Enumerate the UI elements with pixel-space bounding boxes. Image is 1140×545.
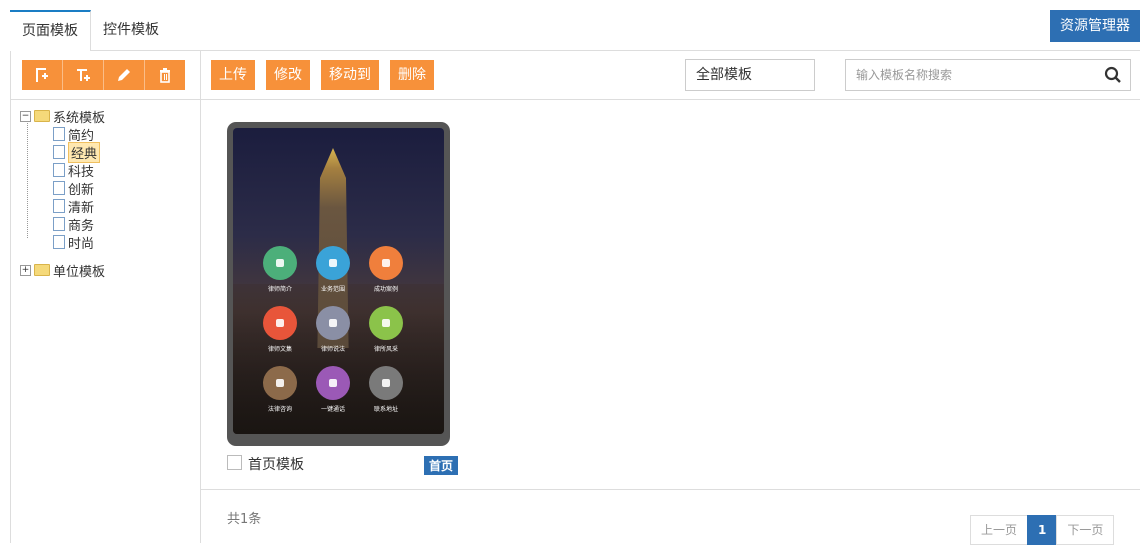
- tree-node-label: 系统模板: [53, 110, 106, 126]
- tree-leaf-label: 经典: [68, 141, 101, 163]
- preview-app-icon: 律师说法: [308, 306, 358, 353]
- app-label: 一键通话: [320, 406, 345, 413]
- left-toolbar: [10, 51, 200, 100]
- folder-icon: [34, 264, 50, 276]
- next-page-button[interactable]: 下一页: [1056, 515, 1115, 545]
- pagination: 上一页 1 下一页: [970, 515, 1115, 545]
- tree-node-label: 单位模板: [53, 264, 106, 280]
- preview-app-icon: 律师简介: [255, 246, 305, 293]
- app-label: 律师文集: [267, 346, 292, 353]
- app-circle: [316, 306, 350, 340]
- tree-tool-group: [22, 60, 185, 90]
- footer-divider: [201, 489, 1140, 490]
- file-icon: [53, 163, 65, 177]
- tree-leaf-simple[interactable]: 简约: [20, 125, 105, 144]
- preview-app-icon: 联系地址: [361, 366, 411, 413]
- app-circle: [316, 246, 350, 280]
- tree-leaf-label: 时尚: [68, 236, 95, 252]
- file-icon: [53, 145, 65, 159]
- app-circle: [316, 366, 350, 400]
- tab-control-templates[interactable]: 控件模板: [91, 10, 171, 50]
- template-preview-image: 律师简介 业务范围 成功案例律师文集 律师说法 律所风采法律咨询 一键通话 联系地址: [233, 128, 444, 434]
- add-page-icon[interactable]: [22, 60, 63, 90]
- page-number[interactable]: 1: [1027, 515, 1058, 545]
- add-child-icon[interactable]: [63, 60, 104, 90]
- app-label: 业务范围: [320, 286, 345, 293]
- folder-open-icon: [34, 110, 50, 122]
- preview-app-icon: 业务范围: [308, 246, 358, 293]
- tree-leaf-tech[interactable]: 科技: [20, 161, 105, 180]
- right-pane: 上传 修改 移动到 删除 全部模板 律师简介 业务范围 成功案例律师文集 律师说法 律所…: [201, 51, 1140, 545]
- template-filter-select[interactable]: 全部模板: [685, 59, 815, 91]
- preview-app-icon: 律师文集: [255, 306, 305, 353]
- total-count: 共1条: [227, 512, 262, 527]
- delete-button[interactable]: 删除: [390, 60, 434, 90]
- search-input[interactable]: [854, 60, 1088, 90]
- template-name: 首页模板: [248, 457, 304, 473]
- file-icon: [53, 235, 65, 249]
- template-card[interactable]: 律师简介 业务范围 成功案例律师文集 律师说法 律所风采法律咨询 一键通话 联系地址: [227, 122, 450, 446]
- app-circle: [263, 306, 297, 340]
- delete-icon[interactable]: [145, 60, 185, 90]
- tree-node-system-templates[interactable]: − 系统模板: [20, 107, 106, 126]
- file-icon: [53, 217, 65, 231]
- app-label: 法律咨询: [267, 406, 292, 413]
- tree-leaf-label: 创新: [68, 182, 95, 198]
- app-circle: [369, 246, 403, 280]
- prev-page-button[interactable]: 上一页: [970, 515, 1029, 545]
- preview-app-icon: 成功案例: [361, 246, 411, 293]
- app-label: 律所风采: [373, 346, 398, 353]
- app-label: 联系地址: [373, 406, 398, 413]
- file-icon: [53, 199, 65, 213]
- left-pane: − 系统模板 简约 经典 科技 创新 清新 商务 时尚 + 单位模板: [10, 51, 201, 543]
- preview-app-icon: 一键通话: [308, 366, 358, 413]
- app-circle: [263, 366, 297, 400]
- file-icon: [53, 127, 65, 141]
- app-label: 律师说法: [320, 346, 345, 353]
- collapse-icon[interactable]: −: [20, 110, 31, 122]
- expand-icon[interactable]: +: [20, 264, 31, 276]
- edit-button[interactable]: 修改: [266, 60, 310, 90]
- tree-leaf-innovation[interactable]: 创新: [20, 179, 105, 198]
- template-tree: − 系统模板 简约 经典 科技 创新 清新 商务 时尚 + 单位模板: [20, 107, 106, 280]
- home-badge: 首页: [424, 456, 459, 475]
- preview-app-icon: 律所风采: [361, 306, 411, 353]
- app-circle: [263, 246, 297, 280]
- action-toolbar: 上传 修改 移动到 删除 全部模板: [201, 51, 1140, 100]
- template-select-checkbox[interactable]: [227, 455, 242, 470]
- edit-icon[interactable]: [104, 60, 145, 90]
- app-circle: [369, 306, 403, 340]
- tree-node-unit-templates[interactable]: + 单位模板: [20, 261, 106, 280]
- app-label: 成功案例: [373, 286, 398, 293]
- resource-manager-button[interactable]: 资源管理器: [1050, 10, 1140, 42]
- tree-leaf-label: 清新: [68, 200, 95, 216]
- search-icon[interactable]: [1104, 66, 1122, 88]
- file-icon: [53, 181, 65, 195]
- search-box: [845, 59, 1131, 91]
- app-label: 律师简介: [267, 286, 292, 293]
- tree-leaf-fashion[interactable]: 时尚: [20, 233, 105, 252]
- preview-app-icon: 法律咨询: [255, 366, 305, 413]
- tree-leaf-classic[interactable]: 经典: [20, 141, 105, 163]
- tree-leaf-label: 商务: [68, 218, 95, 234]
- tab-bar: 页面模板 控件模板 资源管理器: [10, 10, 1140, 51]
- upload-button[interactable]: 上传: [211, 60, 255, 90]
- tree-leaf-label: 科技: [68, 164, 95, 180]
- tree-leaf-business[interactable]: 商务: [20, 215, 105, 234]
- tree-leaf-fresh[interactable]: 清新: [20, 197, 105, 216]
- app-circle: [369, 366, 403, 400]
- tab-page-templates[interactable]: 页面模板: [10, 10, 91, 51]
- move-to-button[interactable]: 移动到: [321, 60, 379, 90]
